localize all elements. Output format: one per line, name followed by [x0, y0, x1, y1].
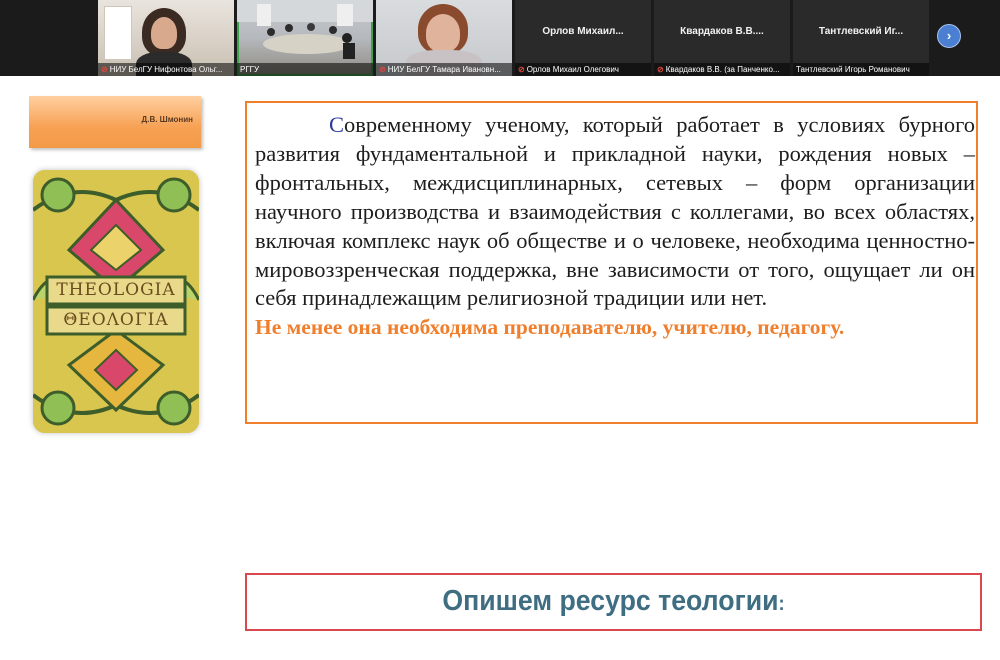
- participant-caption: ⊘ НИУ БелГУ Нифонтова Ольг...: [98, 63, 234, 76]
- section-heading: Опишем ресурс теологии:: [276, 585, 950, 618]
- section-heading-text: Опишем ресурс теологии: [442, 585, 779, 617]
- quote-body: овременному ученому, который работает в …: [255, 112, 975, 311]
- quote-box: Современному ученому, который работает в…: [245, 101, 978, 424]
- participant-tile-5[interactable]: Квардаков В.В.... ⊘ Квардаков В.В. (за Па…: [654, 0, 790, 76]
- chevron-right-icon: ›: [946, 28, 952, 43]
- participant-caption: РГГУ: [237, 63, 373, 76]
- image-caption-greek: ΘΕΟΛΟΓΙΑ: [63, 310, 169, 330]
- author-label-box: Д.В. Шмонин: [29, 96, 201, 148]
- mic-muted-icon: ⊘: [379, 65, 386, 74]
- participant-name: Тантлевский Иг...: [818, 26, 904, 37]
- participant-caption: Тантлевский Игорь Романович: [793, 63, 929, 76]
- participant-face: [426, 14, 460, 52]
- participant-tile-3[interactable]: ⊘ НИУ БелГУ Тамара Ивановн...: [376, 0, 512, 76]
- mic-muted-icon: ⊘: [657, 65, 664, 74]
- participant-caption: ⊘ НИУ БелГУ Тамара Ивановн...: [376, 63, 512, 76]
- author-name: Д.В. Шмонин: [141, 115, 193, 124]
- participant-tile-1[interactable]: ⊘ НИУ БелГУ Нифонтова Ольг...: [98, 0, 234, 76]
- stained-glass-image: THEOLOGIA ΘΕΟΛΟΓΙΑ: [33, 170, 199, 433]
- participant-strip: ⊘ НИУ БелГУ Нифонтова Ольг... РГГУ ⊘ НИУ Б…: [0, 0, 1000, 76]
- mic-muted-icon: ⊘: [518, 65, 525, 74]
- quote-emphasis: Не менее она необходима преподавателю, у…: [255, 315, 845, 340]
- participant-name: Квардаков В.В....: [680, 26, 764, 37]
- participant-tile-4[interactable]: Орлов Михаил... ⊘ Орлов Михаил Олегович: [515, 0, 651, 76]
- conference-room-video: [237, 0, 373, 59]
- participant-name: Орлов Михаил...: [542, 26, 624, 37]
- quote-first-letter: С: [329, 112, 345, 137]
- participant-caption: ⊘ Орлов Михаил Олегович: [515, 63, 651, 76]
- mic-muted-icon: ⊘: [101, 65, 108, 74]
- section-heading-colon: :: [778, 593, 785, 615]
- quote-text: Современному ученому, который работает в…: [255, 111, 975, 342]
- participant-caption: ⊘ Квардаков В.В. (за Панченко...: [654, 63, 790, 76]
- image-caption-latin: THEOLOGIA: [56, 280, 176, 300]
- participant-tile-6[interactable]: Тантлевский Иг... Тантлевский Игорь Рома…: [793, 0, 929, 76]
- section-heading-box: Опишем ресурс теологии:: [245, 573, 982, 631]
- next-participants-button[interactable]: ›: [937, 24, 961, 48]
- stained-glass-pattern: [33, 170, 199, 433]
- participant-tile-2[interactable]: РГГУ: [237, 0, 373, 76]
- participant-face: [151, 17, 177, 49]
- background-shelf: [104, 6, 132, 60]
